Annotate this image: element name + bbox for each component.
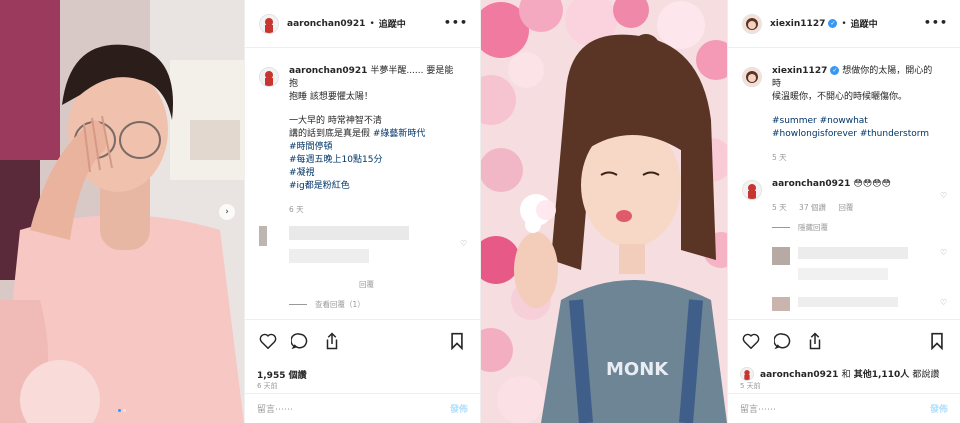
- avatar[interactable]: [742, 13, 762, 34]
- username-link[interactable]: aaronchan0921: [287, 19, 365, 29]
- hashtag-link[interactable]: #thunderstorm: [860, 129, 929, 139]
- hide-replies-label: 隱藏回覆: [798, 223, 828, 232]
- post-1: › aaronchan0921 • 追蹤中 ••• aaronchan0921 …: [0, 0, 480, 423]
- following-button[interactable]: 追蹤中: [851, 17, 878, 30]
- post-comment-button[interactable]: 發佈: [930, 402, 948, 415]
- comment-icon[interactable]: [289, 330, 311, 352]
- hashtag-link[interactable]: #howlongisforever: [772, 129, 857, 139]
- post-header: aaronchan0921 • 追蹤中 •••: [245, 0, 480, 48]
- blurred-reply-text: [798, 247, 948, 285]
- caption-time: 5 天: [772, 153, 787, 162]
- add-comment-bar: 留言⋯⋯ 發佈: [245, 393, 480, 423]
- comment-username[interactable]: aaronchan0921: [772, 179, 850, 189]
- bookmark-icon[interactable]: [926, 330, 948, 352]
- hide-replies-link[interactable]: 隱藏回覆: [772, 222, 948, 233]
- caption-body-line2: 講的話到底是真是假: [289, 129, 371, 139]
- more-options-icon[interactable]: •••: [444, 16, 468, 29]
- separator-dot: •: [841, 18, 847, 29]
- hashtag-link[interactable]: #時間停頓: [289, 141, 454, 154]
- reply-button[interactable]: 回覆: [838, 203, 853, 212]
- comment: 回覆 ♡: [259, 226, 468, 291]
- post-2: MONK xiexin1127 ✓ • 追蹤中 ••• xiexin1127 ✓ …: [480, 0, 960, 423]
- caption-username[interactable]: aaronchan0921: [289, 66, 367, 76]
- hashtag-link[interactable]: #每週五晚上10點15分: [289, 154, 454, 167]
- comment-likes[interactable]: 37 個讚: [799, 203, 826, 212]
- reply: ♡: [772, 297, 948, 312]
- liked-by-username[interactable]: aaronchan0921: [760, 370, 838, 380]
- like-comment-icon[interactable]: ♡: [940, 249, 948, 257]
- add-comment-input[interactable]: 留言⋯⋯: [257, 402, 450, 415]
- view-replies-label: 查看回覆（1）: [315, 300, 365, 309]
- caption: aaronchan0921 半夢半醒...... 要是能抱 抱睡 該想要懼太陽！…: [259, 65, 468, 216]
- blurred-comment-text: 回覆: [289, 226, 468, 291]
- verified-badge-icon: ✓: [830, 66, 840, 75]
- avatar[interactable]: [742, 67, 762, 87]
- comments-section: aaronchan0921 半夢半醒...... 要是能抱 抱睡 該想要懼太陽！…: [245, 49, 480, 319]
- caption-body-line1: 一大早的 時常神智不清: [289, 116, 382, 126]
- post-1-photo[interactable]: ›: [0, 0, 244, 423]
- hashtag-link[interactable]: #nowwhat: [820, 116, 868, 126]
- avatar[interactable]: [740, 367, 754, 381]
- avatar[interactable]: [742, 180, 762, 200]
- comments-section: xiexin1127 ✓ 想做你的太陽，開心的時 候溫暖你，不開心的時候曬傷你。 …: [728, 49, 960, 319]
- liked-by: aaronchan0921 和 其他1,110人 都說讚: [740, 367, 940, 381]
- carousel-dots: [0, 405, 244, 415]
- verified-badge-icon: ✓: [828, 19, 838, 28]
- post-2-panel: xiexin1127 ✓ • 追蹤中 ••• xiexin1127 ✓ 想做你的太…: [727, 0, 960, 423]
- caption: xiexin1127 ✓ 想做你的太陽，開心的時 候溫暖你，不開心的時候曬傷你。 …: [742, 65, 948, 164]
- comment-icon[interactable]: [772, 330, 794, 352]
- post-header: xiexin1127 ✓ • 追蹤中 •••: [728, 0, 960, 48]
- bookmark-icon[interactable]: [446, 330, 468, 352]
- liked-by-others[interactable]: 其他1,110人: [854, 370, 909, 380]
- separator-dot: •: [369, 18, 375, 29]
- liked-by-conj: 和: [841, 369, 851, 380]
- heart-icon[interactable]: [740, 330, 762, 352]
- heart-icon[interactable]: [257, 330, 279, 352]
- action-bar: [728, 319, 960, 365]
- following-button[interactable]: 追蹤中: [379, 17, 406, 30]
- post-time: 5 天前: [740, 382, 761, 390]
- caption-username[interactable]: xiexin1127: [772, 66, 827, 76]
- avatar[interactable]: [259, 67, 279, 87]
- reply-button[interactable]: 回覆: [359, 280, 374, 289]
- hashtag-link[interactable]: #綠藝新時代: [373, 129, 426, 139]
- comment-text: 😳😳😳😳: [853, 179, 891, 189]
- post-time: 6 天前: [257, 382, 278, 390]
- post-1-panel: aaronchan0921 • 追蹤中 ••• aaronchan0921 半夢…: [244, 0, 480, 423]
- hashtag-link[interactable]: #凝視: [289, 167, 454, 180]
- hashtag-link[interactable]: #ig都是粉紅色: [289, 180, 454, 193]
- hashtag-link[interactable]: #summer: [772, 116, 817, 126]
- next-photo-button[interactable]: ›: [219, 204, 235, 220]
- username-link[interactable]: xiexin1127: [770, 19, 825, 29]
- caption-time: 6 天: [289, 205, 304, 214]
- share-icon[interactable]: [321, 330, 343, 352]
- like-comment-icon[interactable]: ♡: [940, 299, 948, 307]
- liked-by-suffix: 都說讚: [912, 369, 940, 380]
- action-bar: [245, 319, 480, 365]
- svg-text:MONK: MONK: [606, 359, 669, 380]
- add-comment-bar: 留言⋯⋯ 發佈: [728, 393, 960, 423]
- share-icon[interactable]: [804, 330, 826, 352]
- post-2-photo[interactable]: MONK: [481, 0, 727, 423]
- caption-text-line2: 候溫暖你，不開心的時候曬傷你。: [772, 92, 908, 102]
- blurred-reply-text: [798, 297, 948, 312]
- view-replies-link[interactable]: 查看回覆（1）: [289, 299, 468, 310]
- add-comment-input[interactable]: 留言⋯⋯: [740, 402, 930, 415]
- avatar[interactable]: [259, 13, 279, 34]
- like-comment-icon[interactable]: ♡: [940, 192, 948, 200]
- comment: aaronchan0921 😳😳😳😳 5 天 37 個讚 回覆 ♡: [742, 178, 948, 214]
- like-comment-icon[interactable]: ♡: [460, 240, 468, 248]
- more-options-icon[interactable]: •••: [924, 16, 948, 29]
- likes-count[interactable]: 1,955 個讚: [257, 368, 307, 381]
- post-comment-button[interactable]: 發佈: [450, 402, 468, 415]
- reply: ♡: [772, 247, 948, 285]
- comment-time: 5 天: [772, 203, 787, 212]
- caption-text-line2: 抱睡 該想要懼太陽！: [289, 92, 373, 102]
